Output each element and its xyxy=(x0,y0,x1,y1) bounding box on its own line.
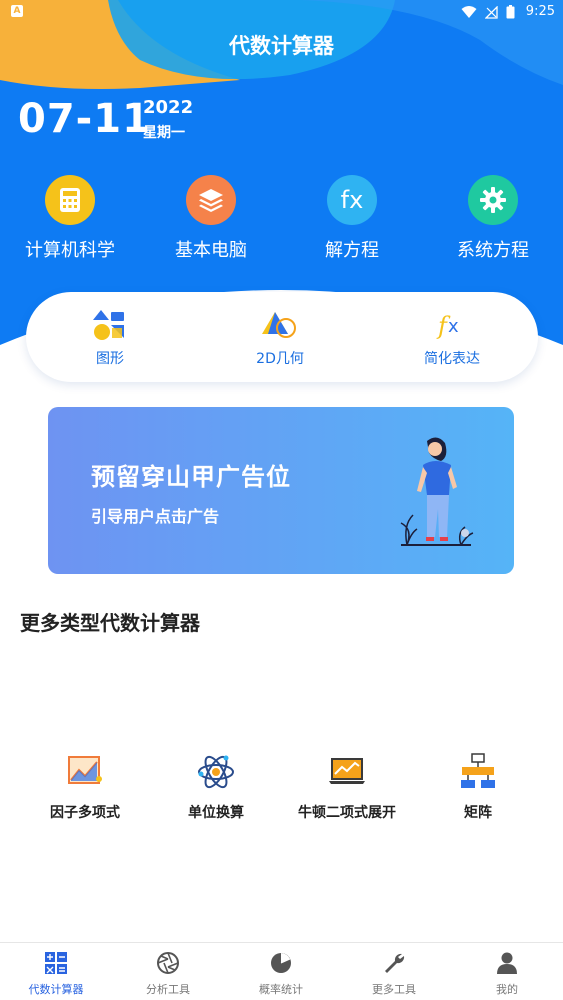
banner-subtitle: 引导用户点击广告 xyxy=(91,507,220,526)
quick-tool-label: 基本电脑 xyxy=(175,240,247,261)
date-weekday: 星期一 xyxy=(143,125,185,141)
quick-tool-system-equation[interactable]: 系统方程 xyxy=(423,175,563,262)
woman-illustration xyxy=(400,437,474,546)
sub-tool-2d-geometry[interactable]: 2D几何 xyxy=(220,308,340,368)
status-time: 9:25 xyxy=(525,4,555,19)
sub-tools-card: 图形 2D几何 f x 简化表达 xyxy=(26,292,538,382)
sub-tool-label: 简化表达 xyxy=(424,351,480,367)
sub-tool-label: 图形 xyxy=(96,351,124,367)
layers-icon xyxy=(186,175,236,225)
nav-tab-profile[interactable]: 我的 xyxy=(451,951,563,997)
atom-icon xyxy=(198,755,234,789)
laptop-chart-icon xyxy=(329,758,365,784)
nav-tab-analysis-tools[interactable]: 分析工具 xyxy=(112,951,224,997)
fx-icon: f x xyxy=(436,312,459,340)
more-tool-label: 矩阵 xyxy=(464,805,492,821)
nav-tab-more-tools[interactable]: 更多工具 xyxy=(338,951,450,997)
section-title: 更多类型代数计算器 xyxy=(20,611,200,635)
more-tool-unit-conversion[interactable]: 单位换算 xyxy=(151,752,281,822)
shapes-icon xyxy=(93,310,124,340)
triangle-circle-icon xyxy=(262,312,296,338)
banner-title: 预留穿山甲广告位 xyxy=(91,463,291,491)
wifi-icon xyxy=(461,5,477,18)
more-tool-label: 牛顿二项式展开 xyxy=(298,805,396,821)
more-tools: 因子多项式 单位换算 牛顿二项式展开 矩阵 xyxy=(0,752,563,832)
signal-icon xyxy=(485,5,498,19)
date-month-day: 07-11 xyxy=(18,96,151,142)
fx-icon: fx xyxy=(327,175,377,225)
pie-icon xyxy=(271,953,291,973)
quick-tool-scientific-calculator[interactable]: 计算机科学 xyxy=(0,175,140,262)
nav-tab-probability-statistics[interactable]: 概率统计 xyxy=(225,951,337,997)
calc-grid-icon xyxy=(45,952,67,974)
gear-icon xyxy=(468,175,518,225)
more-tool-factor-polynomial[interactable]: 因子多项式 xyxy=(20,752,150,822)
quick-tool-label: 系统方程 xyxy=(457,240,529,261)
nav-tab-label: 更多工具 xyxy=(372,983,416,996)
status-bar: A 9:25 xyxy=(0,0,563,24)
calculator-icon xyxy=(45,175,95,225)
bottom-navigation: 代数计算器 分析工具 概率统计 更多工具 我的 xyxy=(0,942,563,1000)
ad-banner[interactable]: 预留穿山甲广告位 引导用户点击广告 xyxy=(48,407,514,574)
chart-frame-icon xyxy=(68,756,102,784)
wrench-icon xyxy=(385,953,405,973)
more-tool-label: 单位换算 xyxy=(188,805,244,821)
hierarchy-icon xyxy=(461,753,495,788)
nav-tab-label: 概率统计 xyxy=(259,983,303,996)
svg-text:x: x xyxy=(448,316,459,337)
more-tool-binomial-expansion[interactable]: 牛顿二项式展开 xyxy=(282,752,412,822)
aperture-icon xyxy=(157,952,179,974)
sub-tool-label: 2D几何 xyxy=(256,351,304,367)
date-year: 2022 xyxy=(143,97,194,118)
nav-tab-label: 代数计算器 xyxy=(28,983,84,996)
nav-tab-label: 分析工具 xyxy=(146,983,190,996)
user-icon xyxy=(497,952,517,974)
battery-icon xyxy=(506,5,515,19)
app-title: 代数计算器 xyxy=(229,34,334,58)
nav-tab-algebra-calculator[interactable]: 代数计算器 xyxy=(0,951,112,997)
quick-tool-label: 解方程 xyxy=(325,240,379,261)
sub-tool-graphics[interactable]: 图形 xyxy=(50,308,170,368)
app-notification-icon: A xyxy=(11,5,23,17)
nav-tab-label: 我的 xyxy=(496,983,518,996)
quick-tool-basic-computer[interactable]: 基本电脑 xyxy=(141,175,281,262)
status-icons xyxy=(461,5,515,19)
more-tool-label: 因子多项式 xyxy=(50,805,120,821)
more-tool-matrix[interactable]: 矩阵 xyxy=(413,752,543,822)
sub-tool-simplify-expression[interactable]: f x 简化表达 xyxy=(392,308,512,368)
quick-tools: 计算机科学 基本电脑 fx 解方程 系统方程 xyxy=(0,175,563,265)
quick-tool-solve-equation[interactable]: fx 解方程 xyxy=(282,175,422,262)
quick-tool-label: 计算机科学 xyxy=(25,240,115,261)
